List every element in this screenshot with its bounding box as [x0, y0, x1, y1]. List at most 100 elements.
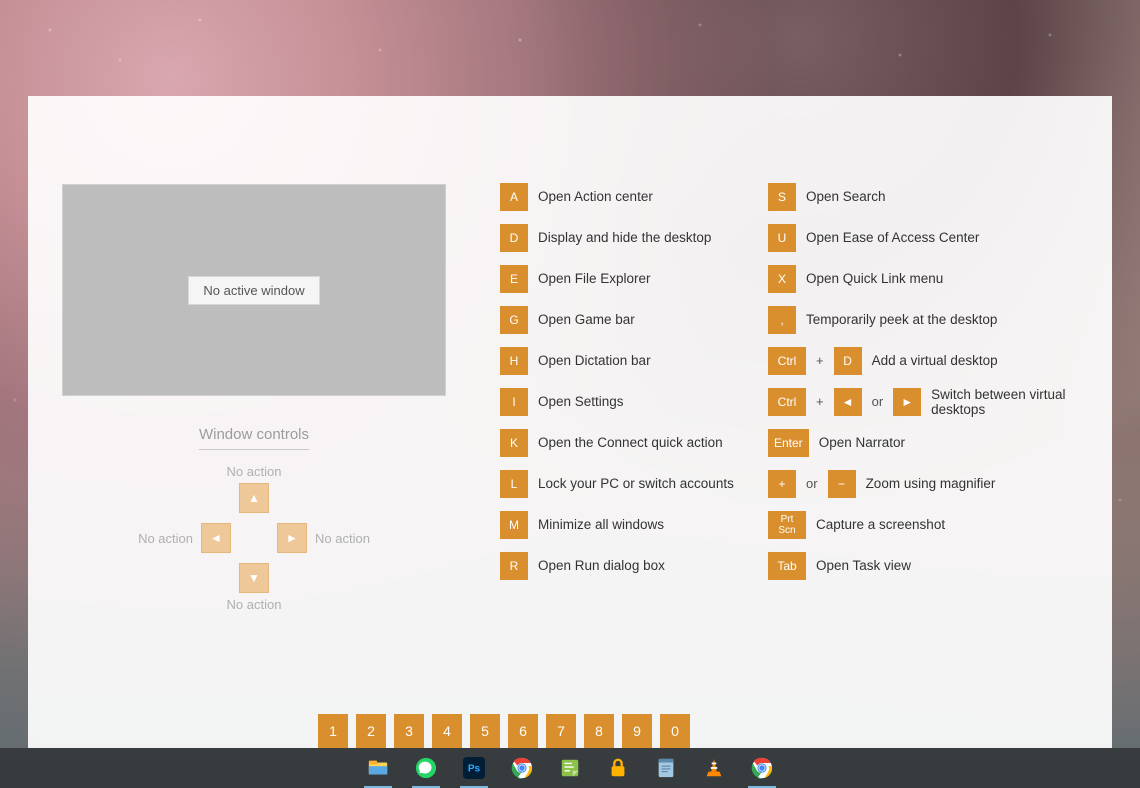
- key-l: L: [500, 470, 528, 498]
- shortcut-row: A Open Action center: [500, 176, 760, 217]
- shortcut-desc: Temporarily peek at the desktop: [806, 312, 997, 327]
- shortcut-desc: Open Game bar: [538, 312, 635, 327]
- shortcut-desc: Switch between virtual desktops: [931, 387, 1108, 417]
- window-controls-title: Window controls: [199, 426, 309, 443]
- dpad-up-label: No action: [227, 464, 282, 479]
- taskbar-lock-app-icon[interactable]: [604, 754, 632, 782]
- dpad-down-button[interactable]: ▼: [239, 563, 269, 593]
- key-d: D: [500, 224, 528, 252]
- key-g: G: [500, 306, 528, 334]
- shortcut-row: M Minimize all windows: [500, 504, 760, 545]
- window-controls-dpad: No action ▲ No action ◄ ► No action ▼ No…: [62, 464, 446, 664]
- divider: [199, 449, 309, 450]
- shortcut-desc: Open Ease of Access Center: [806, 230, 979, 245]
- shortcut-desc: Zoom using magnifier: [866, 476, 996, 491]
- key: ,: [768, 306, 796, 334]
- key: D: [834, 347, 862, 375]
- connector: +: [816, 353, 824, 368]
- window-controls-heading: Window controls: [62, 426, 446, 450]
- key-i: I: [500, 388, 528, 416]
- number-key-row: 1234567890: [318, 714, 690, 748]
- shortcut-row: U Open Ease of Access Center: [768, 217, 1108, 258]
- taskbar-sticky-notes-icon[interactable]: [556, 754, 584, 782]
- shortcut-desc: Add a virtual desktop: [872, 353, 998, 368]
- shortcut-desc: Minimize all windows: [538, 517, 664, 532]
- shortcut-row: I Open Settings: [500, 381, 760, 422]
- key: PrtScn: [768, 511, 806, 539]
- shortcut-desc: Open Search: [806, 189, 886, 204]
- window-preview: No active window: [62, 184, 446, 396]
- shortcut-desc: Open Dictation bar: [538, 353, 651, 368]
- key: ►: [893, 388, 921, 416]
- dpad-up-button[interactable]: ▲: [239, 483, 269, 513]
- number-key-3: 3: [394, 714, 424, 748]
- key: −: [828, 470, 856, 498]
- taskbar[interactable]: Ps: [0, 748, 1140, 788]
- no-active-window-label: No active window: [188, 276, 319, 305]
- shortcut-desc: Display and hide the desktop: [538, 230, 711, 245]
- shortcuts-overlay: No active window Window controls No acti…: [28, 96, 1112, 748]
- key: U: [768, 224, 796, 252]
- shortcut-row: PrtScn Capture a screenshot: [768, 504, 1108, 545]
- number-key-5: 5: [470, 714, 500, 748]
- key: X: [768, 265, 796, 293]
- shortcut-desc: Open the Connect quick action: [538, 435, 723, 450]
- svg-text:Ps: Ps: [468, 764, 481, 775]
- taskbar-vlc-icon[interactable]: [700, 754, 728, 782]
- connector: +: [816, 394, 824, 409]
- key-r: R: [500, 552, 528, 580]
- dpad-down-label: No action: [227, 597, 282, 612]
- taskbar-chrome-icon[interactable]: [508, 754, 536, 782]
- number-key-8: 8: [584, 714, 614, 748]
- shortcut-row: X Open Quick Link menu: [768, 258, 1108, 299]
- shortcut-desc: Open Action center: [538, 189, 653, 204]
- taskbar-notepad-icon[interactable]: [652, 754, 680, 782]
- number-key-2: 2: [356, 714, 386, 748]
- key: +: [768, 470, 796, 498]
- key-h: H: [500, 347, 528, 375]
- shortcut-desc: Open Settings: [538, 394, 624, 409]
- shortcut-row: , Temporarily peek at the desktop: [768, 299, 1108, 340]
- shortcut-desc: Open Narrator: [819, 435, 905, 450]
- number-key-4: 4: [432, 714, 462, 748]
- taskbar-chrome-2-icon[interactable]: [748, 754, 776, 782]
- shortcut-row: Enter Open Narrator: [768, 422, 1108, 463]
- key-a: A: [500, 183, 528, 211]
- dpad-right-label: No action: [315, 531, 370, 546]
- shortcut-desc: Open Quick Link menu: [806, 271, 943, 286]
- key: Ctrl: [768, 388, 806, 416]
- shortcut-row: D Display and hide the desktop: [500, 217, 760, 258]
- key: Ctrl: [768, 347, 806, 375]
- connector: or: [806, 476, 818, 491]
- shortcut-row: + or−Zoom using magnifier: [768, 463, 1108, 504]
- key: S: [768, 183, 796, 211]
- shortcut-column-a: A Open Action center D Display and hide the…: [500, 176, 760, 586]
- shortcut-desc: Open Run dialog box: [538, 558, 665, 573]
- shortcut-row: H Open Dictation bar: [500, 340, 760, 381]
- taskbar-whatsapp-icon[interactable]: [412, 754, 440, 782]
- shortcut-row: Ctrl + D Add a virtual desktop: [768, 340, 1108, 381]
- shortcut-row: EOpen File Explorer: [500, 258, 760, 299]
- shortcut-row: R Open Run dialog box: [500, 545, 760, 586]
- number-key-9: 9: [622, 714, 652, 748]
- number-key-0: 0: [660, 714, 690, 748]
- key: ◄: [834, 388, 862, 416]
- shortcut-row: S Open Search: [768, 176, 1108, 217]
- dpad-left-label: No action: [138, 531, 193, 546]
- dpad-right-button[interactable]: ►: [277, 523, 307, 553]
- connector: or: [872, 394, 884, 409]
- taskbar-photoshop-icon[interactable]: Ps: [460, 754, 488, 782]
- number-key-6: 6: [508, 714, 538, 748]
- key: Tab: [768, 552, 806, 580]
- shortcut-column-b: S Open Search U Open Ease of Access Center X…: [768, 176, 1108, 586]
- shortcut-desc: Capture a screenshot: [816, 517, 945, 532]
- taskbar-file-explorer-icon[interactable]: [364, 754, 392, 782]
- shortcut-row: L Lock your PC or switch accounts: [500, 463, 760, 504]
- shortcut-row: G Open Game bar: [500, 299, 760, 340]
- shortcut-row: Tab Open Task view: [768, 545, 1108, 586]
- dpad-left-button[interactable]: ◄: [201, 523, 231, 553]
- key-m: M: [500, 511, 528, 539]
- key: Enter: [768, 429, 809, 457]
- shortcut-desc: Lock your PC or switch accounts: [538, 476, 734, 491]
- shortcut-desc: Open Task view: [816, 558, 911, 573]
